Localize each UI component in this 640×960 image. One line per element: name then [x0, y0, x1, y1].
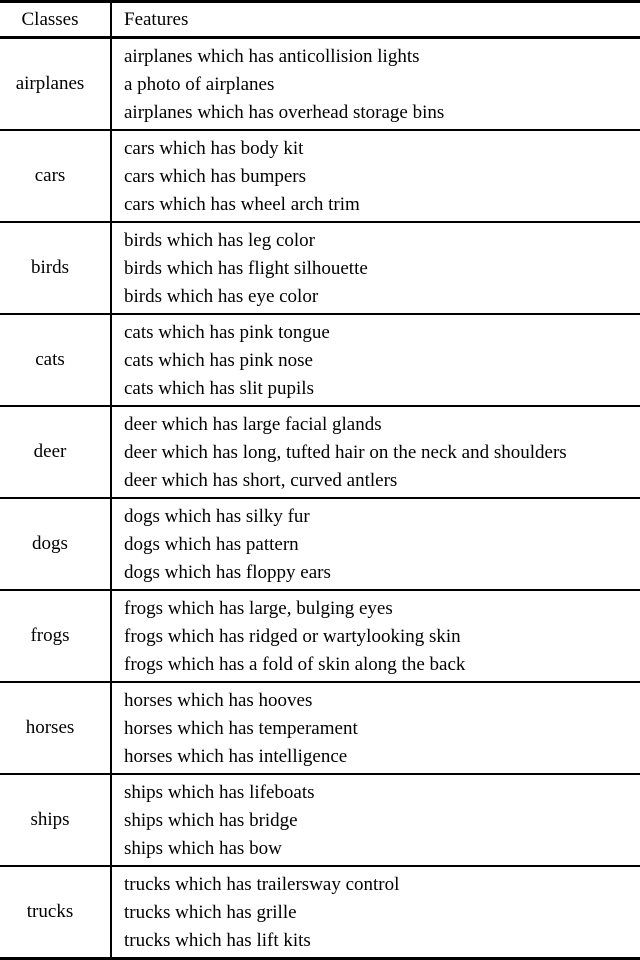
feature-line: trucks which has grille [124, 902, 297, 923]
feature-line: frogs which has a fold of skin along the… [124, 654, 466, 675]
table-row: dogs dogs which has silky fur dogs which h… [0, 498, 640, 590]
feature-line: cars which has bumpers [124, 166, 307, 187]
feature-line: frogs which has ridged or wartylooking s… [124, 626, 461, 647]
column-header-features: Features [110, 1, 640, 38]
feature-line: ships which has bow [124, 838, 282, 859]
class-label-cell: cats [35, 349, 65, 370]
feature-line: airplanes which has overhead storage bin… [124, 102, 445, 123]
feature-line: trucks which has lift kits [124, 930, 311, 951]
feature-line: deer which has large facial glands [124, 414, 382, 435]
feature-line: cats which has pink tongue [124, 322, 330, 343]
feature-list: deer which has large facial glands deer w… [124, 407, 640, 497]
table-row: cars cars which has body kit cars which ha… [0, 130, 640, 222]
header-row: Classes Features [0, 1, 640, 38]
feature-line: birds which has leg color [124, 230, 316, 251]
feature-line: trucks which has trailersway control [124, 874, 400, 895]
features-cell: horses which has hooves horses which has … [110, 682, 640, 774]
classes-features-table: Classes Features airplanes airplanes whic… [0, 0, 640, 960]
feature-line: dogs which has pattern [124, 534, 299, 555]
feature-line: cars which has wheel arch trim [124, 194, 360, 215]
features-cell: ships which has lifeboats ships which has… [110, 774, 640, 866]
classes-features-table-container: Classes Features airplanes airplanes whic… [0, 0, 640, 959]
feature-line: airplanes which has anticollision lights [124, 46, 420, 67]
feature-list: birds which has leg color birds which has… [124, 223, 640, 313]
table-row: trucks trucks which has trailersway contr… [0, 866, 640, 959]
features-cell: cars which has body kit cars which has bu… [110, 130, 640, 222]
feature-line: dogs which has silky fur [124, 506, 310, 527]
table-row: deer deer which has large facial glands de… [0, 406, 640, 498]
feature-line: horses which has hooves [124, 690, 313, 711]
feature-list: horses which has hooves horses which has … [124, 683, 640, 773]
features-cell: dogs which has silky fur dogs which has p… [110, 498, 640, 590]
table-row: airplanes airplanes which has anticollisi… [0, 37, 640, 130]
table-row: frogs frogs which has large, bulging eyes… [0, 590, 640, 682]
class-label-cell: trucks [26, 901, 74, 922]
class-label-cell: dogs [32, 533, 68, 554]
features-cell: deer which has large facial glands deer w… [110, 406, 640, 498]
feature-list: airplanes which has anticollision lights… [124, 39, 640, 129]
feature-line: birds which has flight silhouette [124, 258, 368, 279]
column-header-classes: Classes [21, 8, 79, 30]
feature-line: ships which has lifeboats [124, 782, 315, 803]
feature-list: cars which has body kit cars which has bu… [124, 131, 640, 221]
feature-line: frogs which has large, bulging eyes [124, 598, 393, 619]
feature-list: cats which has pink tongue cats which has… [124, 315, 640, 405]
table-row: horses horses which has hooves horses whic… [0, 682, 640, 774]
feature-line: deer which has long, tufted hair on the … [124, 442, 567, 463]
table-row: birds birds which has leg color birds whic… [0, 222, 640, 314]
feature-line: cats which has slit pupils [124, 378, 314, 399]
feature-line: dogs which has floppy ears [124, 562, 331, 583]
feature-list: trucks which has trailersway control truc… [124, 867, 640, 957]
features-cell: airplanes which has anticollision lights… [110, 37, 640, 130]
table-row: ships ships which has lifeboats ships whic… [0, 774, 640, 866]
table-body: airplanes airplanes which has anticollisi… [0, 37, 640, 959]
features-cell: frogs which has large, bulging eyes frogs… [110, 590, 640, 682]
feature-list: frogs which has large, bulging eyes frogs… [124, 591, 640, 681]
feature-line: a photo of airplanes [124, 74, 275, 95]
class-label-cell: frogs [30, 625, 70, 646]
class-label-cell: ships [30, 809, 70, 830]
table-row: cats cats which has pink tongue cats which… [0, 314, 640, 406]
feature-line: birds which has eye color [124, 286, 319, 307]
feature-list: dogs which has silky fur dogs which has p… [124, 499, 640, 589]
feature-line: cats which has pink nose [124, 350, 313, 371]
feature-list: ships which has lifeboats ships which has… [124, 775, 640, 865]
feature-line: cars which has body kit [124, 138, 304, 159]
class-label-cell: horses [25, 717, 75, 738]
feature-line: horses which has temperament [124, 718, 358, 739]
class-label-cell: deer [33, 441, 67, 462]
feature-line: ships which has bridge [124, 810, 298, 831]
feature-line: deer which has short, curved antlers [124, 470, 398, 491]
feature-line: horses which has intelligence [124, 746, 348, 767]
features-cell: birds which has leg color birds which has… [110, 222, 640, 314]
class-label-cell: airplanes [15, 73, 85, 94]
class-label-cell: birds [31, 257, 69, 278]
features-cell: trucks which has trailersway control truc… [110, 866, 640, 959]
class-label-cell: cars [34, 165, 66, 186]
table-header: Classes Features [0, 1, 640, 38]
features-cell: cats which has pink tongue cats which has… [110, 314, 640, 406]
